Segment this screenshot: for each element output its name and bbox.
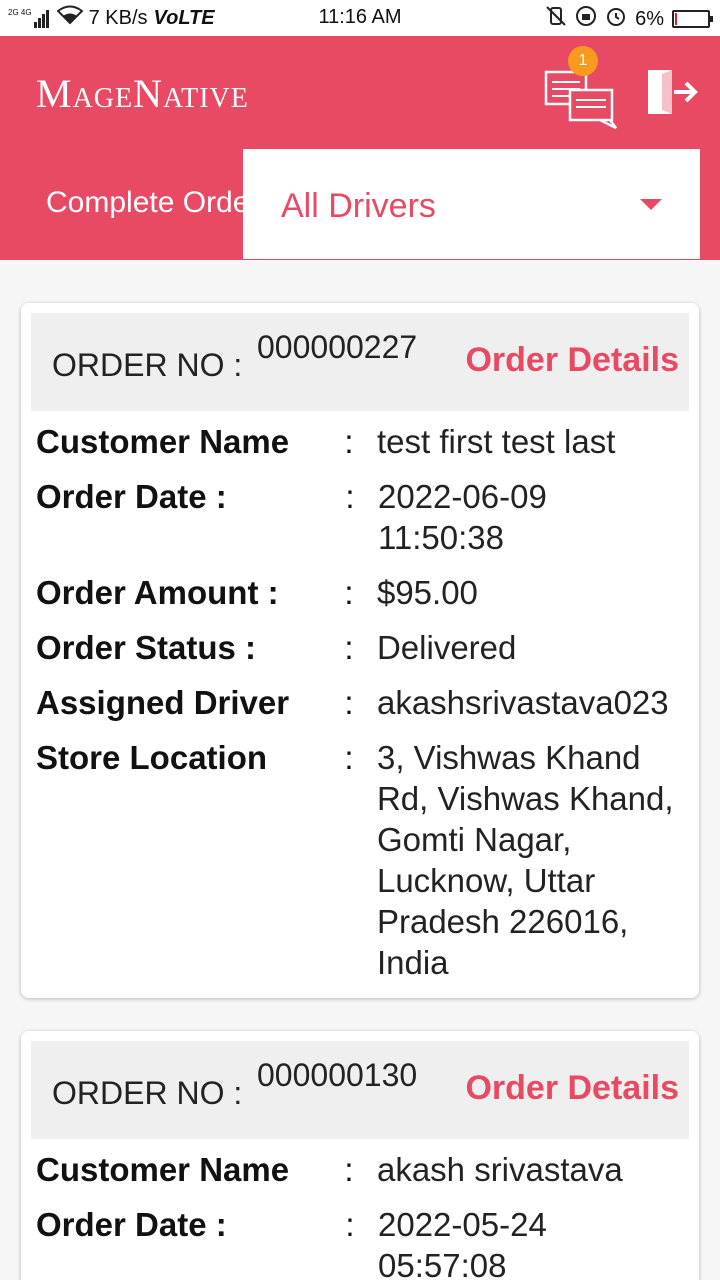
chevron-down-icon <box>640 199 662 210</box>
order-no-value: 000000130 <box>257 1057 418 1093</box>
field-colon: : <box>344 629 354 666</box>
field-customer-name: Customer Name : akash srivastava <box>36 1149 686 1190</box>
field-assigned-driver: Assigned Driver : akashsrivastava023 <box>36 682 686 723</box>
status-bar: 2G 4G 7 KB/s VoLTE 11:16 AM 6% <box>0 0 720 36</box>
field-label: Order Status : <box>36 629 257 666</box>
app-header: MageNative 1 Complete Orders All Drivers <box>0 36 720 260</box>
order-no-label: ORDER NO : <box>52 347 243 383</box>
field-colon: : <box>344 1151 354 1188</box>
field-colon: : <box>344 574 354 611</box>
field-order-date: Order Date : : 2022-05-24 05:57:08 <box>36 1204 686 1280</box>
field-label: Assigned Driver <box>36 684 290 721</box>
logout-button[interactable] <box>644 66 700 118</box>
brand-logo: MageNative <box>36 71 249 116</box>
vibrate-off-icon <box>545 6 567 32</box>
field-value: akash srivastava <box>376 1151 623 1188</box>
field-value: test first test last <box>376 423 616 460</box>
field-customer-name: Customer Name : test first test last <box>36 421 686 462</box>
order-no-label: ORDER NO : <box>52 1075 243 1111</box>
order-header: ORDER NO : 000000130 Order Details <box>31 1041 689 1139</box>
notification-badge: 1 <box>568 46 598 76</box>
field-value: 2022-06-09 11:50:38 <box>378 478 547 556</box>
field-colon: : <box>345 1206 355 1243</box>
order-card: ORDER NO : 000000227 Order Details Custo… <box>21 303 699 998</box>
driver-filter-value: All Drivers <box>281 187 436 225</box>
order-header: ORDER NO : 000000227 Order Details <box>31 313 689 411</box>
logout-icon <box>648 70 698 114</box>
field-order-date: Order Date : : 2022-06-09 11:50:38 <box>36 476 686 558</box>
field-store-location: Store Location : 3, Vishwas Khand Rd, Vi… <box>36 737 686 983</box>
field-value: 2022-05-24 05:57:08 <box>378 1206 547 1280</box>
field-value: Delivered <box>376 629 517 666</box>
field-colon: : <box>344 739 354 776</box>
field-value: 3, Vishwas Khand Rd, Vishwas Khand, Gomt… <box>376 739 674 981</box>
field-label: Order Amount : <box>36 574 279 611</box>
tab-complete-orders[interactable]: Complete Orders <box>46 186 243 220</box>
field-label: Order Date : <box>36 1206 227 1243</box>
field-order-amount: Order Amount : : $95.00 <box>36 572 686 613</box>
field-value: akashsrivastava023 <box>376 684 669 721</box>
field-colon: : <box>344 684 354 721</box>
driver-filter-dropdown[interactable]: All Drivers <box>243 149 700 259</box>
order-card: ORDER NO : 000000130 Order Details Custo… <box>21 1031 699 1280</box>
order-details-link[interactable]: Order Details <box>465 341 679 380</box>
battery-icon <box>672 10 713 28</box>
order-details-link[interactable]: Order Details <box>465 1069 679 1108</box>
order-fields: Customer Name : test first test last Ord… <box>36 421 686 997</box>
field-label: Order Date : <box>36 478 227 515</box>
order-no-value: 000000227 <box>257 329 418 365</box>
field-label: Customer Name <box>36 423 290 460</box>
field-label: Store Location <box>36 739 268 776</box>
alarm-icon <box>605 5 627 33</box>
battery-percent: 6% <box>635 7 664 30</box>
field-label: Customer Name <box>36 1151 290 1188</box>
field-order-status: Order Status : : Delivered <box>36 627 686 668</box>
rotation-lock-icon <box>575 5 597 33</box>
order-fields: Customer Name : akash srivastava Order D… <box>36 1149 686 1280</box>
field-colon: : <box>345 478 355 515</box>
field-colon: : <box>344 423 354 460</box>
field-value: $95.00 <box>376 574 478 611</box>
